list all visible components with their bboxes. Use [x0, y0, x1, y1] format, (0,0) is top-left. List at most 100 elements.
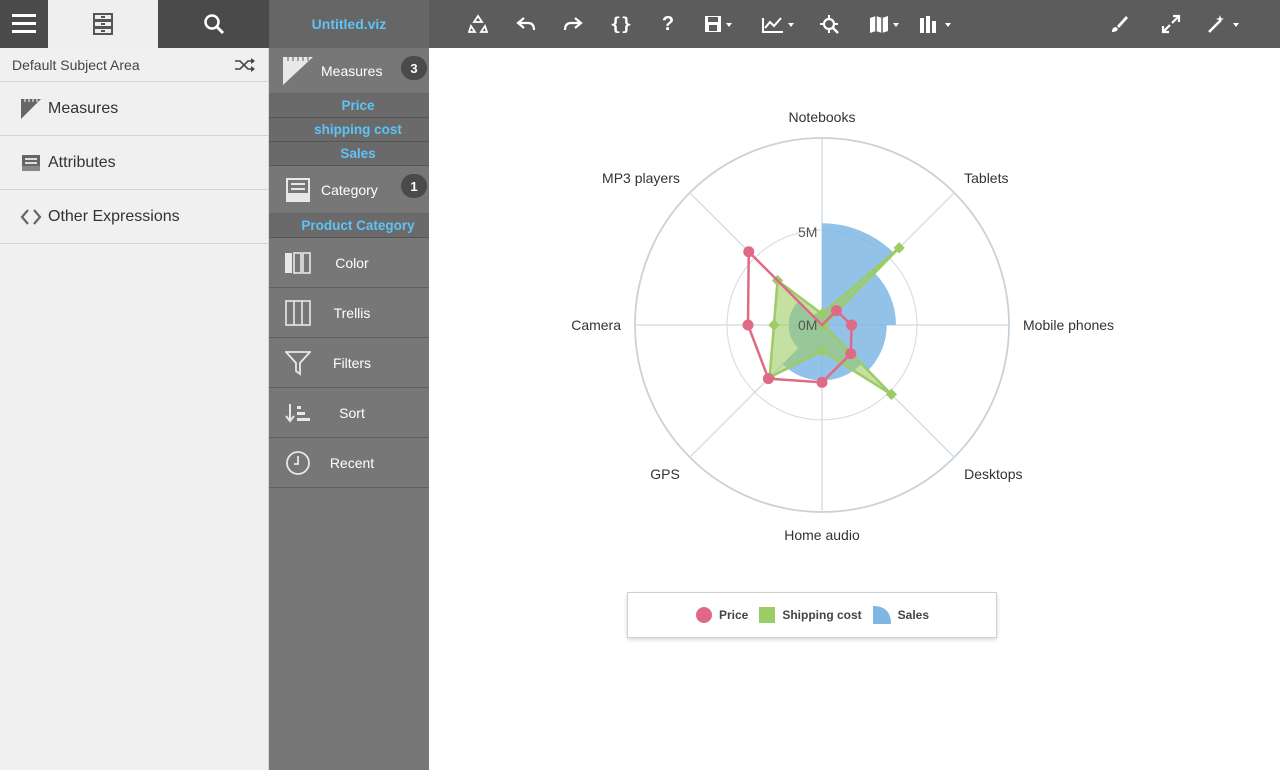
chart-type-icon [762, 17, 794, 33]
code-braces-icon[interactable]: {} [604, 0, 638, 48]
save-icon [705, 16, 732, 32]
chart-legend: Price Shipping cost Sales [627, 592, 997, 638]
grammar-row-recent[interactable]: Recent [269, 438, 429, 488]
recycle-button[interactable] [461, 0, 495, 48]
category-label: Home audio [784, 527, 860, 543]
help-icon[interactable]: ? [651, 0, 685, 48]
pill-label: Sales [340, 146, 376, 161]
left-item-label: Attributes [48, 153, 116, 171]
left-item-other-expressions[interactable]: Other Expressions [0, 190, 268, 244]
grammar-row-label: Trellis [333, 304, 371, 321]
left-item-label: Other Expressions [48, 207, 180, 225]
left-item-measures[interactable]: Measures [0, 82, 268, 136]
subject-area-header[interactable]: Default Subject Area [0, 48, 268, 82]
undo-icon [516, 17, 536, 31]
measures-drop-target[interactable]: Measures 3 [269, 48, 429, 94]
grammar-row-color[interactable]: Color [269, 238, 429, 288]
magic-wand-icon [1208, 15, 1239, 33]
measures-label: Measures [321, 62, 383, 79]
search-icon [203, 14, 224, 35]
price-point [830, 305, 842, 317]
price-point [762, 373, 774, 385]
price-point [816, 376, 828, 388]
category-pill-product-category[interactable]: Product Category [269, 214, 447, 238]
subject-area-label: Default Subject Area [12, 56, 140, 73]
grid-button[interactable] [916, 0, 956, 48]
data-panel: Default Subject Area Measures Attributes… [0, 48, 269, 770]
measure-pill-shipping-cost[interactable]: shipping cost [269, 118, 447, 142]
grammar-row-sort[interactable]: Sort [269, 388, 429, 438]
pill-label: shipping cost [314, 122, 402, 137]
grammar-row-label: Color [335, 254, 369, 271]
left-item-attributes[interactable]: Attributes [0, 136, 268, 190]
grid-icon [920, 16, 951, 33]
legend-item-shipping-cost[interactable]: Shipping cost [758, 606, 862, 624]
category-label: Category [321, 181, 378, 198]
grammar-panel: Measures 3 Price shipping cost Sales Cat… [269, 48, 447, 770]
redo-icon [563, 17, 583, 31]
code-icon [20, 206, 42, 228]
category-label: GPS [650, 466, 680, 482]
category-label: Mobile phones [1023, 317, 1114, 333]
radial-tick-label: 0M [798, 317, 817, 333]
ruler-icon [279, 56, 317, 86]
measure-pill-sales[interactable]: Sales [269, 142, 447, 166]
visualization-canvas[interactable]: 0M 5M Notebooks Tablets Mobile phones Desktop… [429, 48, 1280, 770]
map-icon [870, 16, 899, 33]
shuffle-icon[interactable] [234, 57, 256, 73]
legend-item-price[interactable]: Price [695, 606, 748, 624]
map-button[interactable] [866, 0, 904, 48]
data-panel-icon [93, 13, 113, 35]
category-label: Desktops [964, 466, 1022, 482]
pill-label: Price [341, 98, 375, 113]
drawer-icon [20, 152, 42, 174]
measures-count-badge: 3 [401, 56, 427, 80]
magic-wand-button[interactable] [1204, 0, 1244, 48]
menu-icon [12, 14, 36, 33]
search-button[interactable] [158, 0, 269, 48]
legend-item-sales[interactable]: Sales [872, 605, 929, 625]
sort-icon [281, 402, 315, 424]
left-item-label: Measures [48, 99, 119, 117]
price-point [742, 319, 754, 331]
category-label: Notebooks [789, 109, 856, 125]
redo-button[interactable] [556, 0, 590, 48]
color-icon [281, 251, 315, 274]
explore-button[interactable] [812, 0, 846, 48]
price-point [845, 348, 857, 360]
legend-sector-swatch [872, 606, 891, 624]
explore-icon [820, 15, 839, 34]
category-count-badge: 1 [401, 174, 427, 198]
undo-button[interactable] [509, 0, 543, 48]
top-toolbar: Untitled.viz {} ? [0, 0, 1280, 48]
brush-button[interactable] [1102, 0, 1136, 48]
save-button[interactable] [700, 0, 736, 48]
legend-label: Shipping cost [782, 608, 862, 622]
category-label: MP3 players [602, 170, 680, 186]
filter-icon [281, 350, 315, 376]
category-label: Camera [571, 317, 621, 333]
chart-type-button[interactable] [758, 0, 798, 48]
legend-label: Sales [897, 608, 930, 622]
clock-icon [281, 450, 315, 476]
legend-square-swatch [759, 607, 776, 623]
pill-label: Product Category [301, 218, 415, 233]
radar-chart[interactable]: 0M 5M Notebooks Tablets Mobile phones Desktop… [429, 48, 1280, 588]
legend-circle-swatch [695, 607, 712, 623]
grammar-row-trellis[interactable]: Trellis [269, 288, 429, 338]
grammar-row-filters[interactable]: Filters [269, 338, 429, 388]
trellis-icon [281, 299, 315, 326]
ruler-icon [20, 98, 42, 120]
drawer-icon [279, 177, 317, 203]
category-drop-target[interactable]: Category 1 [269, 166, 429, 214]
project-title[interactable]: Untitled.viz [269, 0, 429, 48]
brush-icon [1112, 16, 1128, 32]
price-point [846, 319, 858, 331]
category-label: Tablets [964, 170, 1008, 186]
menu-button[interactable] [0, 0, 48, 48]
data-panel-button[interactable] [48, 0, 158, 48]
legend-label: Price [718, 608, 749, 622]
expand-button[interactable] [1154, 0, 1188, 48]
price-point [743, 246, 755, 258]
measure-pill-price[interactable]: Price [269, 94, 447, 118]
